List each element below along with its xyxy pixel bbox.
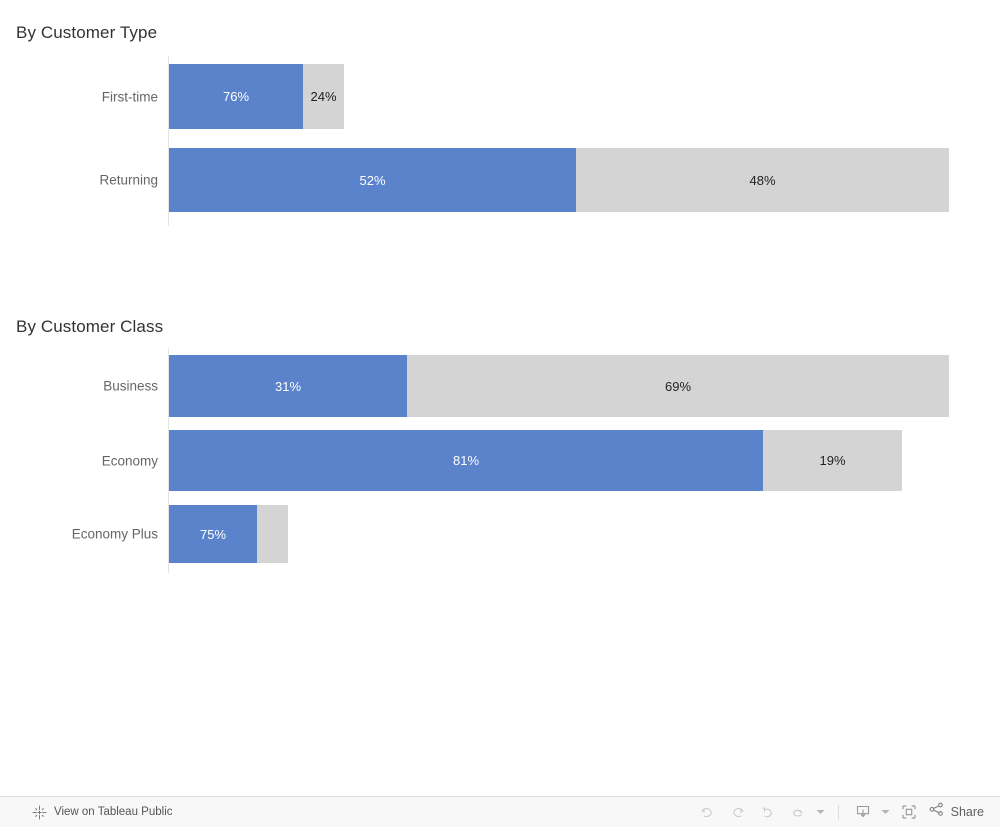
bar-row-label-first-time: First-time bbox=[101, 89, 158, 104]
bar-segment-primary-business[interactable]: 31% bbox=[169, 355, 407, 417]
bar-segment-primary-economy-plus[interactable]: 75% bbox=[169, 505, 257, 563]
fullscreen-button[interactable] bbox=[894, 799, 924, 825]
bar-track-economy-plus: 75% bbox=[169, 505, 288, 563]
bar-row-label-economy-plus: Economy Plus bbox=[71, 526, 158, 542]
viz-toolbar-actions: Share bbox=[693, 797, 992, 828]
bar-row-label-business: Business bbox=[103, 378, 158, 394]
bar-row-returning[interactable]: Returning 52% 48% bbox=[0, 148, 1000, 212]
download-button[interactable] bbox=[848, 799, 878, 825]
bar-row-economy-plus[interactable]: Economy Plus 75% bbox=[0, 505, 1000, 563]
bar-track-economy: 81% 19% bbox=[169, 430, 902, 491]
share-label: Share bbox=[950, 805, 984, 819]
share-icon bbox=[928, 801, 945, 823]
view-on-tableau-public-label: View on Tableau Public bbox=[54, 806, 173, 818]
chart-by-customer-type[interactable]: First-time 76% 24% Returning 52% 48% bbox=[0, 56, 1000, 226]
section-title-customer-type: By Customer Type bbox=[16, 23, 158, 42]
chart-by-customer-class[interactable]: Business 31% 69% Economy 81% 19% Economy… bbox=[0, 348, 1000, 573]
viz-toolbar: View on Tableau Public Share bbox=[0, 796, 1000, 827]
bar-track-business: 31% 69% bbox=[169, 355, 949, 417]
undo-button[interactable] bbox=[693, 799, 723, 825]
revert-button[interactable] bbox=[753, 799, 783, 825]
share-button[interactable]: Share bbox=[924, 801, 992, 823]
bar-segment-secondary-first-time[interactable]: 24% bbox=[303, 64, 344, 129]
refresh-dropdown-caret-icon[interactable] bbox=[813, 799, 829, 825]
view-on-tableau-public-link[interactable]: View on Tableau Public bbox=[32, 804, 173, 820]
tableau-viz-canvas: By Customer Type First-time 76% 24% Retu… bbox=[0, 0, 1000, 796]
bar-segment-secondary-economy-plus[interactable] bbox=[257, 505, 288, 563]
bar-segment-secondary-returning[interactable]: 48% bbox=[576, 148, 949, 212]
bar-track-returning: 52% 48% bbox=[169, 148, 949, 212]
bar-row-economy[interactable]: Economy 81% 19% bbox=[0, 430, 1000, 491]
redo-button[interactable] bbox=[723, 799, 753, 825]
bar-segment-primary-economy[interactable]: 81% bbox=[169, 430, 763, 491]
bar-segment-secondary-economy[interactable]: 19% bbox=[763, 430, 902, 491]
bar-segment-primary-first-time[interactable]: 76% bbox=[169, 64, 303, 129]
bar-track-first-time: 76% 24% bbox=[169, 64, 344, 129]
bar-row-business[interactable]: Business 31% 69% bbox=[0, 355, 1000, 417]
bar-row-first-time[interactable]: First-time 76% 24% bbox=[0, 64, 1000, 129]
bar-segment-secondary-business[interactable]: 69% bbox=[407, 355, 949, 417]
bar-segment-primary-returning[interactable]: 52% bbox=[169, 148, 576, 212]
toolbar-divider bbox=[837, 804, 839, 820]
download-dropdown-caret-icon[interactable] bbox=[878, 799, 894, 825]
refresh-button[interactable] bbox=[783, 799, 813, 825]
bar-row-label-returning: Returning bbox=[99, 172, 158, 188]
section-title-customer-class: By Customer Class bbox=[16, 317, 164, 336]
tableau-logo-icon bbox=[32, 804, 47, 820]
bar-row-label-economy: Economy bbox=[101, 453, 158, 468]
